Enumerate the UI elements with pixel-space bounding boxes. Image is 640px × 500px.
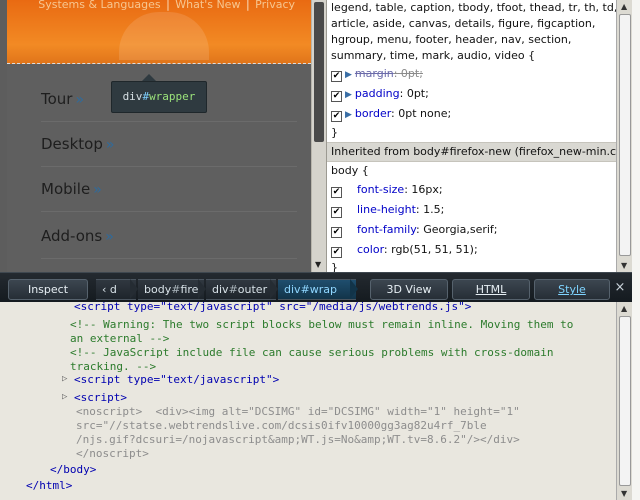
rule-checkbox[interactable]: ✔ — [331, 227, 342, 238]
rule-checkbox[interactable]: ✔ — [331, 111, 342, 122]
expand-triangle-icon[interactable]: ▶ — [345, 70, 352, 80]
source-line-script-webtrends[interactable]: <script type="text/javascript" src="/med… — [74, 302, 471, 314]
header-banner: Systems & Languages | What's New | Priva… — [7, 0, 311, 64]
css-rule-font-family[interactable]: ✔ font-family: Georgia,serif; — [327, 220, 633, 240]
header-nav-links: Systems & Languages | What's New | Priva… — [38, 0, 295, 11]
scroll-up-icon[interactable]: ▲ — [621, 2, 627, 11]
css-selector: legend, table, caption, tbody, tfoot, th… — [331, 1, 618, 62]
breadcrumb-body[interactable]: body#fire — [138, 279, 204, 300]
source-noscript-3: /njs.gif?dcsuri=/nojavascript&amp;WT.js=… — [76, 433, 520, 446]
source-comment-warning[interactable]: <!-- Warning: The two script blocks belo… — [70, 318, 573, 332]
rule-checkbox[interactable]: ✔ — [331, 71, 342, 82]
tooltip-arrow — [142, 74, 156, 81]
source-comment-js[interactable]: <!-- JavaScript include file can cause s… — [70, 346, 553, 360]
breadcrumb-div-outer[interactable]: div#outer — [206, 279, 276, 300]
inherited-header[interactable]: Inherited from body#firefox-new (firefox… — [327, 142, 633, 162]
css-rule-padding[interactable]: ✔ ▶ padding: 0pt; — [327, 84, 633, 104]
inspector-toolbar: Inspect ‹ d body#fire div#outer div#wrap… — [0, 272, 640, 303]
expand-triangle-icon[interactable]: ▶ — [345, 110, 352, 120]
chevron-left-icon: ‹ — [102, 283, 107, 296]
menu-item-desktop[interactable]: Desktop» — [41, 122, 297, 167]
window-edge — [632, 0, 640, 500]
breadcrumb-div-wrap[interactable]: div#wrap — [278, 279, 356, 300]
rule-checkbox[interactable]: ✔ — [331, 247, 342, 258]
scroll-down-icon[interactable]: ▼ — [621, 489, 627, 498]
style-panel-scrollbar[interactable]: ▲ ▼ — [616, 0, 633, 272]
nav-link-whats-new[interactable]: What's New — [175, 0, 240, 11]
expand-triangle-icon[interactable]: ▷ — [62, 392, 67, 402]
3d-view-button[interactable]: 3D View — [370, 279, 448, 300]
style-panel: legend, table, caption, tbody, tfoot, th… — [326, 0, 633, 272]
html-source-panel[interactable]: <script type="text/javascript" src="/med… — [0, 302, 616, 500]
inspect-button[interactable]: Inspect — [8, 279, 88, 300]
source-noscript-close: </noscript> — [76, 447, 149, 460]
rule-checkbox[interactable]: ✔ — [331, 207, 342, 218]
nav-link-systems[interactable]: Systems & Languages — [38, 0, 160, 11]
source-noscript-2: src="//statse.webtrendslive.com/dcsis0if… — [76, 419, 487, 432]
nav-link-privacy[interactable]: Privacy — [255, 0, 295, 11]
html-panel-scrollbar[interactable]: ▲ ▼ — [616, 302, 633, 500]
rule-checkbox[interactable]: ✔ — [331, 187, 342, 198]
css-rule-font-size[interactable]: ✔ font-size: 16px; — [327, 180, 633, 200]
css-rule-color[interactable]: ✔ color: rgb(51, 51, 51); — [327, 240, 633, 260]
rule-checkbox[interactable]: ✔ — [331, 91, 342, 102]
body-selector: body { — [331, 164, 369, 177]
source-comment-js-cont: tracking. --> — [70, 360, 157, 373]
source-line-script[interactable]: <script> — [74, 391, 127, 405]
html-panel-button[interactable]: HTML — [452, 279, 530, 300]
scroll-down-icon[interactable]: ▼ — [315, 260, 321, 269]
scroll-down-icon[interactable]: ▼ — [621, 261, 627, 270]
menu-item-mobile[interactable]: Mobile» — [41, 167, 297, 212]
logo-graphic — [119, 12, 209, 60]
element-tooltip: div#wrapper — [111, 81, 207, 113]
css-rule-margin[interactable]: ✔ ▶ margin: 0pt; — [327, 64, 633, 84]
source-comment-warning-cont: an external --> — [70, 332, 170, 345]
preview-scrollbar[interactable]: ▼ — [311, 0, 326, 272]
scrollbar-thumb[interactable] — [619, 316, 631, 486]
source-line-script-js[interactable]: <script type="text/javascript"> — [74, 373, 279, 387]
scrollbar-thumb[interactable] — [314, 2, 324, 142]
source-html-close[interactable]: </html> — [26, 479, 72, 493]
close-brace: } — [331, 126, 338, 139]
menu-item-addons[interactable]: Add-ons» — [41, 214, 297, 259]
page-preview[interactable]: Systems & Languages | What's New | Priva… — [0, 0, 326, 272]
close-icon[interactable]: × — [612, 279, 628, 297]
css-rule-border[interactable]: ✔ ▶ border: 0pt none; — [327, 104, 633, 124]
expand-triangle-icon[interactable]: ▷ — [62, 374, 67, 384]
scroll-up-icon[interactable]: ▲ — [621, 304, 627, 313]
source-body-close[interactable]: </body> — [50, 463, 96, 477]
style-panel-button[interactable]: Style — [534, 279, 610, 300]
scrollbar-thumb[interactable] — [619, 14, 631, 256]
expand-triangle-icon[interactable]: ▶ — [345, 90, 352, 100]
source-noscript[interactable]: <noscript> <div><img alt="DCSIMG" id="DC… — [76, 405, 520, 419]
css-rule-line-height[interactable]: ✔ line-height: 1.5; — [327, 200, 633, 220]
close-brace: } — [331, 261, 338, 272]
